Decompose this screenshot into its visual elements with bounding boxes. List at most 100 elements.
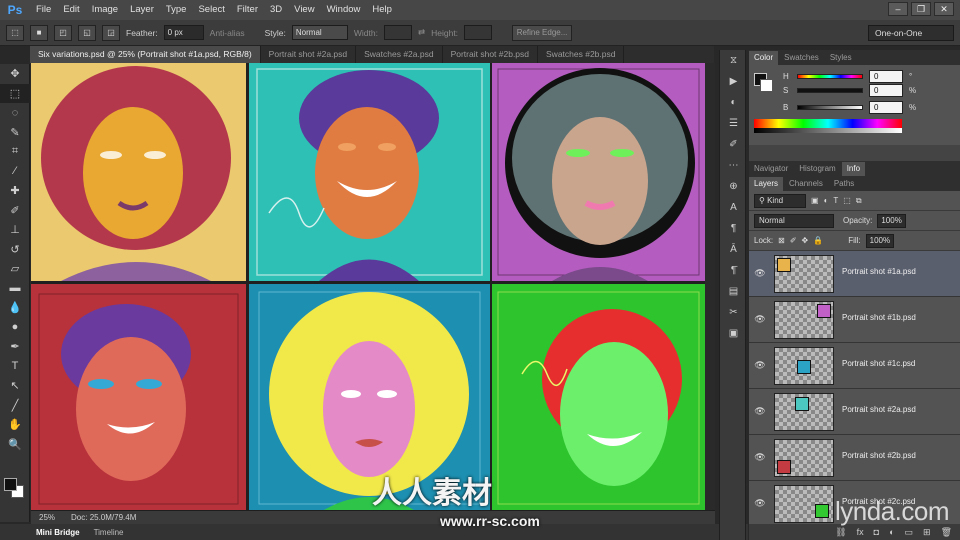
paragraph-styles-icon[interactable]: ¶̄: [720, 260, 747, 281]
intersect-selection-icon[interactable]: ◲: [102, 24, 120, 41]
menu-filter[interactable]: Filter: [231, 0, 264, 20]
menu-view[interactable]: View: [288, 0, 320, 20]
delete-layer-icon[interactable]: 🗑: [941, 527, 952, 538]
saturation-slider[interactable]: [797, 88, 863, 93]
workspace-select[interactable]: One-on-One: [868, 25, 954, 41]
filter-pixel-icon[interactable]: ▣: [811, 196, 819, 205]
refine-edge-button[interactable]: Refine Edge...: [512, 24, 573, 41]
clone-source-icon[interactable]: ⊕: [720, 176, 747, 197]
menu-window[interactable]: Window: [321, 0, 367, 20]
brightness-slider[interactable]: [797, 105, 863, 110]
layer-portrait-1b[interactable]: 👁 Portrait shot #1b.psd: [749, 297, 960, 343]
fill-input[interactable]: 100%: [865, 233, 895, 248]
crop-tool-icon[interactable]: ⌗: [0, 142, 30, 162]
tab-mini-bridge[interactable]: Mini Bridge: [36, 528, 80, 537]
opacity-input[interactable]: 100%: [877, 213, 906, 228]
antialias-checkbox[interactable]: Anti-alias: [210, 28, 245, 38]
tab-info[interactable]: Info: [841, 162, 866, 176]
visibility-eye-icon[interactable]: 👁: [749, 452, 771, 463]
paragraph-panel-icon[interactable]: ¶: [720, 218, 747, 239]
tab-paths[interactable]: Paths: [829, 177, 859, 191]
color-spectrum-ramp[interactable]: [754, 119, 902, 133]
marquee-tool-icon[interactable]: ⬚: [0, 83, 30, 103]
subtract-selection-icon[interactable]: ◱: [78, 24, 96, 41]
hue-input[interactable]: 0: [869, 70, 903, 83]
menu-layer[interactable]: Layer: [124, 0, 160, 20]
brush-presets-icon[interactable]: ⋯: [720, 155, 747, 176]
line-tool-icon[interactable]: ╱: [0, 396, 30, 416]
quick-select-tool-icon[interactable]: ✎: [0, 123, 30, 143]
visibility-eye-icon[interactable]: 👁: [749, 498, 771, 509]
layer-portrait-2a[interactable]: 👁 Portrait shot #2a.psd: [749, 389, 960, 435]
foreground-color-swatch[interactable]: [4, 478, 17, 491]
add-to-selection-icon[interactable]: ◰: [54, 24, 72, 41]
brightness-input[interactable]: 0: [869, 101, 903, 114]
color-bg-swatch[interactable]: [760, 79, 773, 92]
lock-transparent-icon[interactable]: ⊠: [778, 236, 785, 245]
menu-help[interactable]: Help: [366, 0, 398, 20]
doc-tab-six-variations[interactable]: Six variations.psd @ 25% (Portrait shot …: [30, 46, 261, 63]
filter-kind-select[interactable]: ⚲ Kind: [754, 193, 806, 208]
brush-panel-icon[interactable]: ✐: [720, 134, 747, 155]
add-mask-icon[interactable]: ◘: [874, 527, 879, 537]
notes-panel-icon[interactable]: ▣: [720, 323, 747, 344]
actions-panel-icon[interactable]: ▶: [720, 71, 747, 92]
properties-panel-icon[interactable]: ☰: [720, 113, 747, 134]
tab-navigator[interactable]: Navigator: [749, 162, 793, 176]
tab-color[interactable]: Color: [749, 51, 779, 65]
lock-image-icon[interactable]: ✐: [790, 236, 797, 245]
layer-comps-icon[interactable]: ▤: [720, 281, 747, 302]
path-select-icon[interactable]: ↖: [0, 376, 30, 396]
visibility-eye-icon[interactable]: 👁: [749, 360, 771, 371]
new-group-icon[interactable]: ▭: [905, 527, 914, 538]
doc-size[interactable]: Doc: 25.0M/79.4M: [71, 513, 136, 522]
adjustments-panel-icon[interactable]: ◐: [720, 92, 747, 113]
pen-tool-icon[interactable]: ✒: [0, 337, 30, 357]
tab-timeline[interactable]: Timeline: [94, 528, 124, 537]
layer-portrait-1a[interactable]: 👁 Portrait shot #1a.psd: [749, 251, 960, 297]
menu-edit[interactable]: Edit: [57, 0, 85, 20]
width-input[interactable]: [383, 25, 412, 40]
fx-icon[interactable]: fx: [857, 527, 864, 537]
tab-layers[interactable]: Layers: [749, 177, 784, 191]
hand-tool-icon[interactable]: ✋: [0, 415, 30, 435]
tool-presets-icon[interactable]: ✂: [720, 302, 747, 323]
link-layers-icon[interactable]: ⛓: [835, 527, 846, 538]
height-input[interactable]: [464, 25, 493, 40]
visibility-eye-icon[interactable]: 👁: [749, 406, 771, 417]
new-selection-icon[interactable]: ■: [30, 24, 48, 41]
filter-shape-icon[interactable]: ⬚: [843, 196, 851, 205]
dodge-tool-icon[interactable]: ●: [0, 318, 30, 338]
minimize-button[interactable]: –: [888, 2, 908, 16]
filter-smart-object-icon[interactable]: ⧉: [856, 196, 862, 206]
filter-type-icon[interactable]: T: [833, 196, 838, 205]
marquee-tool-preset-icon[interactable]: ⬚: [6, 24, 24, 41]
history-brush-icon[interactable]: ↺: [0, 240, 30, 260]
doc-tab-portrait-2a[interactable]: Portrait shot #2a.psd: [261, 46, 357, 63]
swap-icon[interactable]: ⇄: [418, 27, 425, 38]
lock-all-icon[interactable]: 🔒: [813, 236, 823, 245]
type-tool-icon[interactable]: T: [0, 357, 30, 377]
lasso-tool-icon[interactable]: ◌: [0, 103, 30, 123]
history-panel-icon[interactable]: ⧖: [720, 50, 747, 71]
tab-swatches[interactable]: Swatches: [779, 51, 824, 65]
brush-tool-icon[interactable]: ✐: [0, 201, 30, 221]
menu-type[interactable]: Type: [160, 0, 193, 20]
restore-button[interactable]: ❐: [911, 2, 931, 16]
menu-select[interactable]: Select: [192, 0, 230, 20]
hue-slider[interactable]: [797, 74, 863, 79]
menu-file[interactable]: File: [30, 0, 57, 20]
zoom-tool-icon[interactable]: 🔍: [0, 435, 30, 455]
menu-image[interactable]: Image: [86, 0, 124, 20]
clone-stamp-icon[interactable]: ⊥: [0, 220, 30, 240]
layer-portrait-2b[interactable]: 👁 Portrait shot #2b.psd: [749, 435, 960, 481]
saturation-input[interactable]: 0: [869, 84, 903, 97]
feather-input[interactable]: 0 px: [163, 25, 204, 40]
tab-styles[interactable]: Styles: [825, 51, 857, 65]
move-tool-icon[interactable]: ✥: [0, 64, 30, 84]
eyedropper-tool-icon[interactable]: ⁄: [0, 162, 30, 182]
zoom-level[interactable]: 25%: [39, 513, 55, 522]
tab-histogram[interactable]: Histogram: [794, 162, 840, 176]
visibility-eye-icon[interactable]: 👁: [749, 314, 771, 325]
tab-channels[interactable]: Channels: [784, 177, 828, 191]
